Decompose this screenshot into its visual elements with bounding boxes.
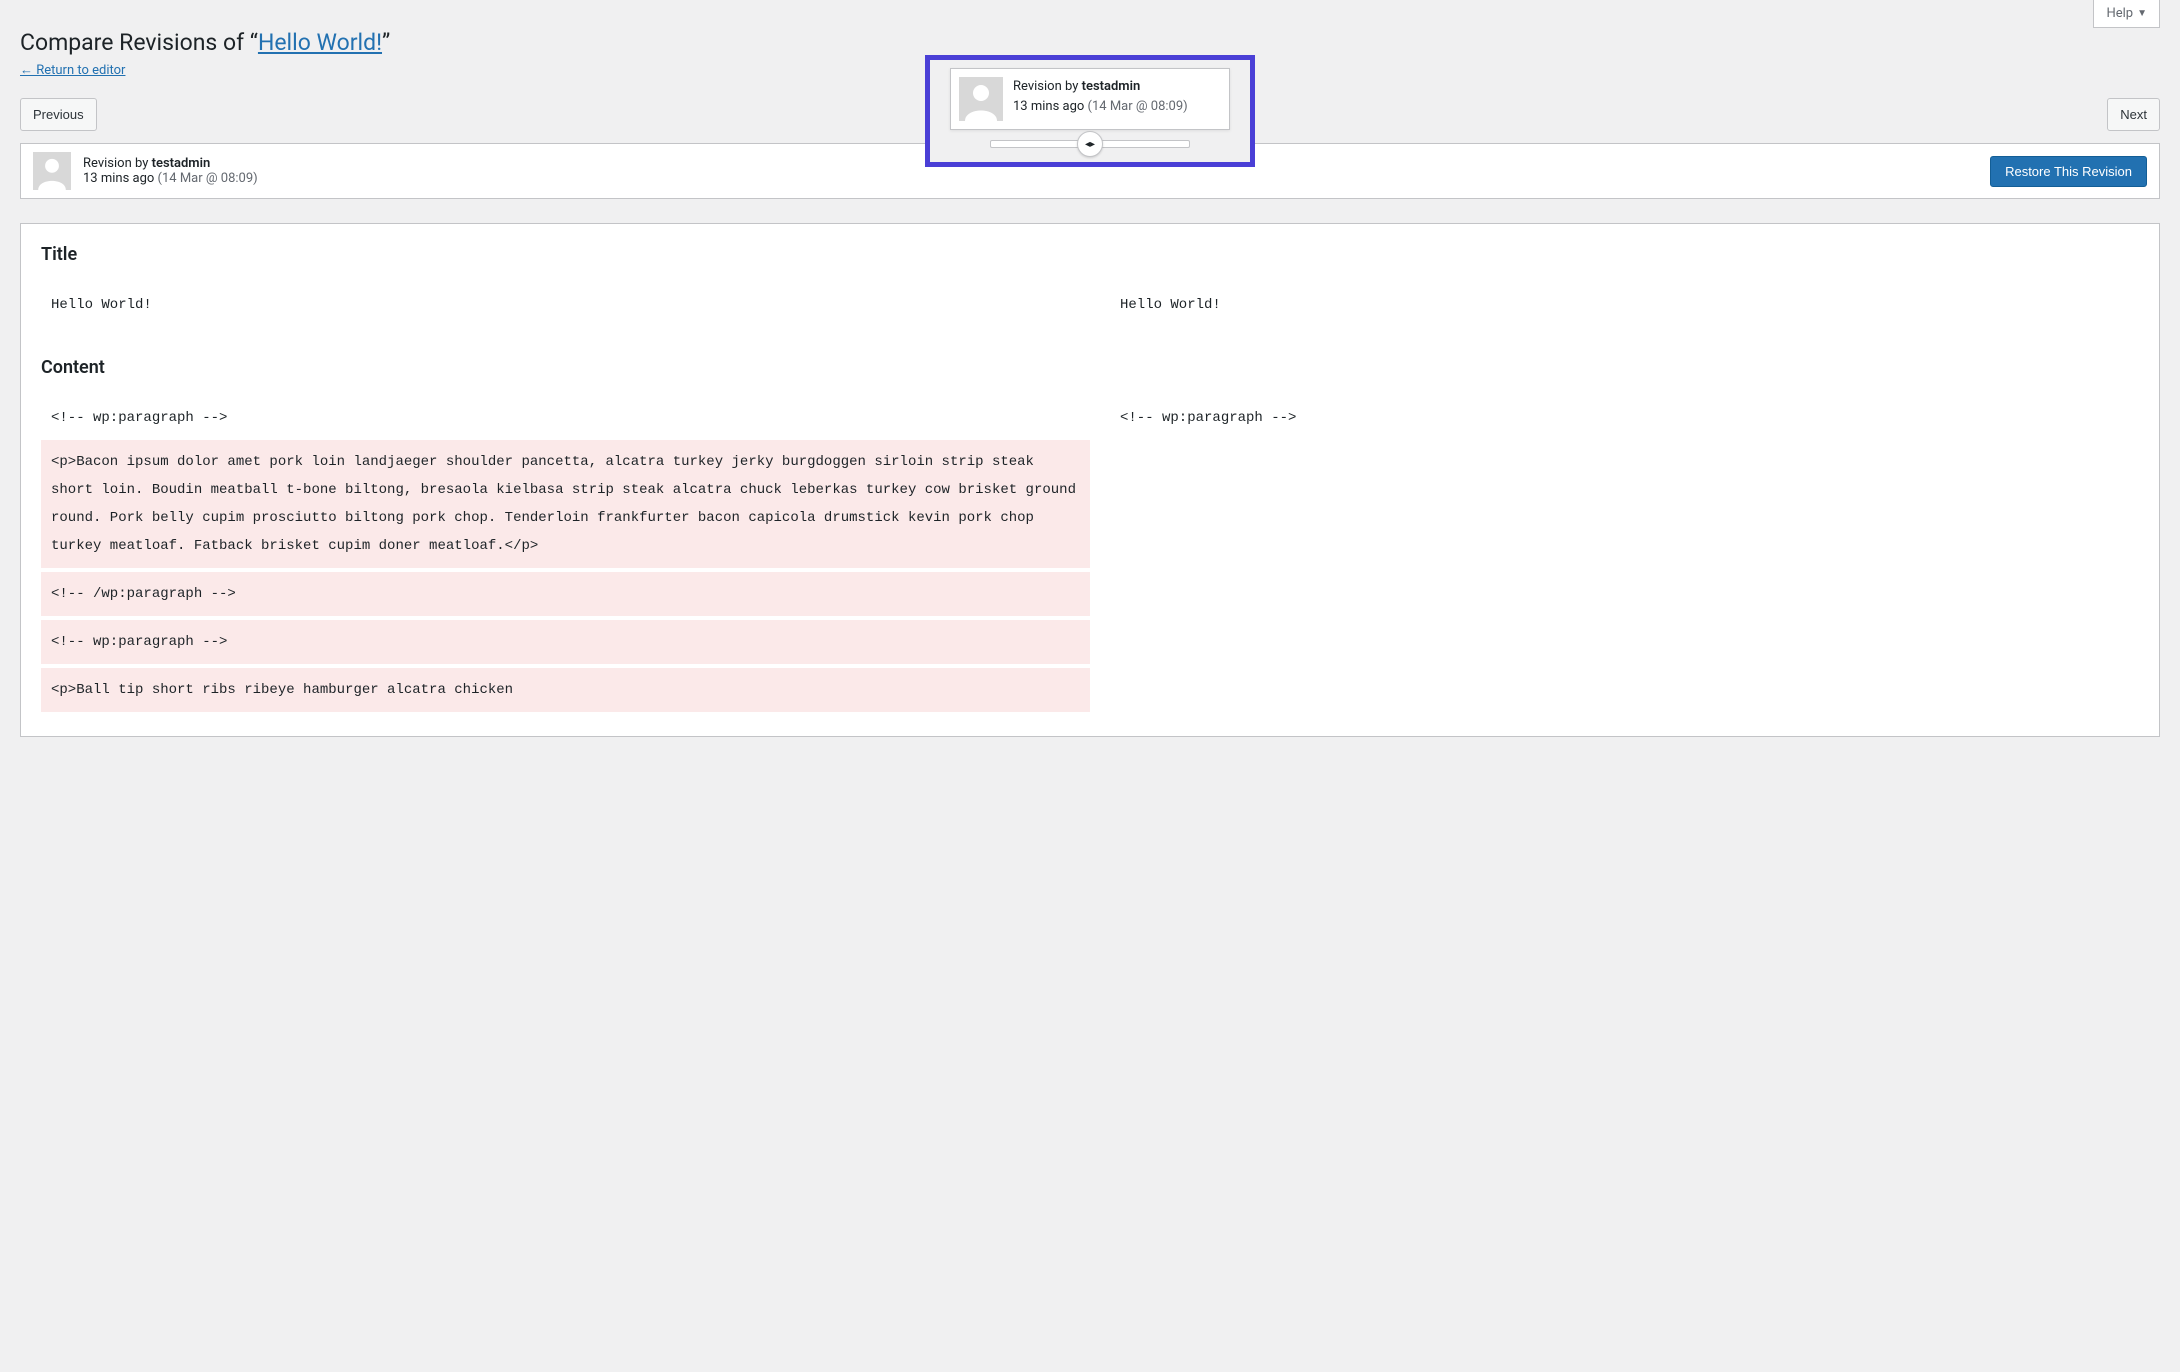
help-label: Help xyxy=(2106,6,2133,21)
diff-content-table: <!-- wp:paragraph --><!-- wp:paragraph -… xyxy=(41,396,2139,716)
previous-button[interactable]: Previous xyxy=(20,98,97,132)
revision-by-line: Revision by testadmin xyxy=(1013,77,1188,97)
diff-cell-left: <p>Bacon ipsum dolor amet pork loin land… xyxy=(41,440,1090,570)
next-button[interactable]: Next xyxy=(2107,98,2160,132)
post-title-link[interactable]: Hello World! xyxy=(258,29,382,56)
page-title: Compare Revisions of “Hello World!” xyxy=(20,28,2160,58)
revision-time-line: 13 mins ago (14 Mar @ 08:09) xyxy=(83,171,1990,186)
page-title-prefix: Compare Revisions of “ xyxy=(20,29,258,56)
return-to-editor-link[interactable]: ← Return to editor xyxy=(20,62,125,78)
diff-cell-right xyxy=(1090,570,2139,618)
diff-cell-left: <p>Ball tip short ribs ribeye hamburger … xyxy=(41,666,1090,714)
revision-by-prefix: Revision by xyxy=(1013,79,1082,94)
diff-cell-right xyxy=(1090,440,2139,570)
diff-title-right: Hello World! xyxy=(1090,283,2139,327)
revision-author: testadmin xyxy=(152,156,211,171)
revision-slider[interactable]: ◂▸ xyxy=(990,140,1190,148)
slider-handle[interactable]: ◂▸ xyxy=(1077,131,1103,157)
help-tab[interactable]: Help ▼ xyxy=(2093,0,2160,28)
diff-row: <!-- wp:paragraph --> xyxy=(41,618,2139,666)
page-title-suffix: ” xyxy=(382,29,390,56)
diff-cell-right xyxy=(1090,618,2139,666)
diff-title-table: Hello World! Hello World! xyxy=(41,283,2139,327)
revision-by-prefix: Revision by xyxy=(83,156,152,171)
nav-row: Previous Next xyxy=(20,98,2160,132)
diff-title-row: Hello World! Hello World! xyxy=(41,283,2139,327)
diff-cell-right: <!-- wp:paragraph --> xyxy=(1090,396,2139,440)
dropdown-triangle-icon: ▼ xyxy=(2137,8,2147,19)
diff-panel: Title Hello World! Hello World! Content … xyxy=(20,223,2160,737)
avatar xyxy=(33,152,71,190)
diff-row: <p>Bacon ipsum dolor amet pork loin land… xyxy=(41,440,2139,570)
diff-row: <p>Ball tip short ribs ribeye hamburger … xyxy=(41,666,2139,714)
avatar-placeholder-icon xyxy=(33,152,71,190)
diff-title-left: Hello World! xyxy=(41,283,1090,327)
diff-content-heading: Content xyxy=(41,357,2139,378)
diff-cell-left: <!-- wp:paragraph --> xyxy=(41,618,1090,666)
diff-row: <!-- /wp:paragraph --> xyxy=(41,570,2139,618)
diff-cell-right xyxy=(1090,666,2139,714)
diff-row: <!-- wp:paragraph --><!-- wp:paragraph -… xyxy=(41,396,2139,440)
slider-track-left xyxy=(990,140,1088,148)
revision-date: (14 Mar @ 08:09) xyxy=(158,171,258,186)
revision-author: testadmin xyxy=(1082,79,1141,94)
slider-track-right xyxy=(1092,140,1190,148)
diff-cell-left: <!-- /wp:paragraph --> xyxy=(41,570,1090,618)
diff-title-heading: Title xyxy=(41,244,2139,265)
revision-time: 13 mins ago xyxy=(83,171,158,186)
diff-cell-left: <!-- wp:paragraph --> xyxy=(41,396,1090,440)
restore-revision-button[interactable]: Restore This Revision xyxy=(1990,156,2147,187)
slider-grip-icon: ◂▸ xyxy=(1085,139,1095,150)
